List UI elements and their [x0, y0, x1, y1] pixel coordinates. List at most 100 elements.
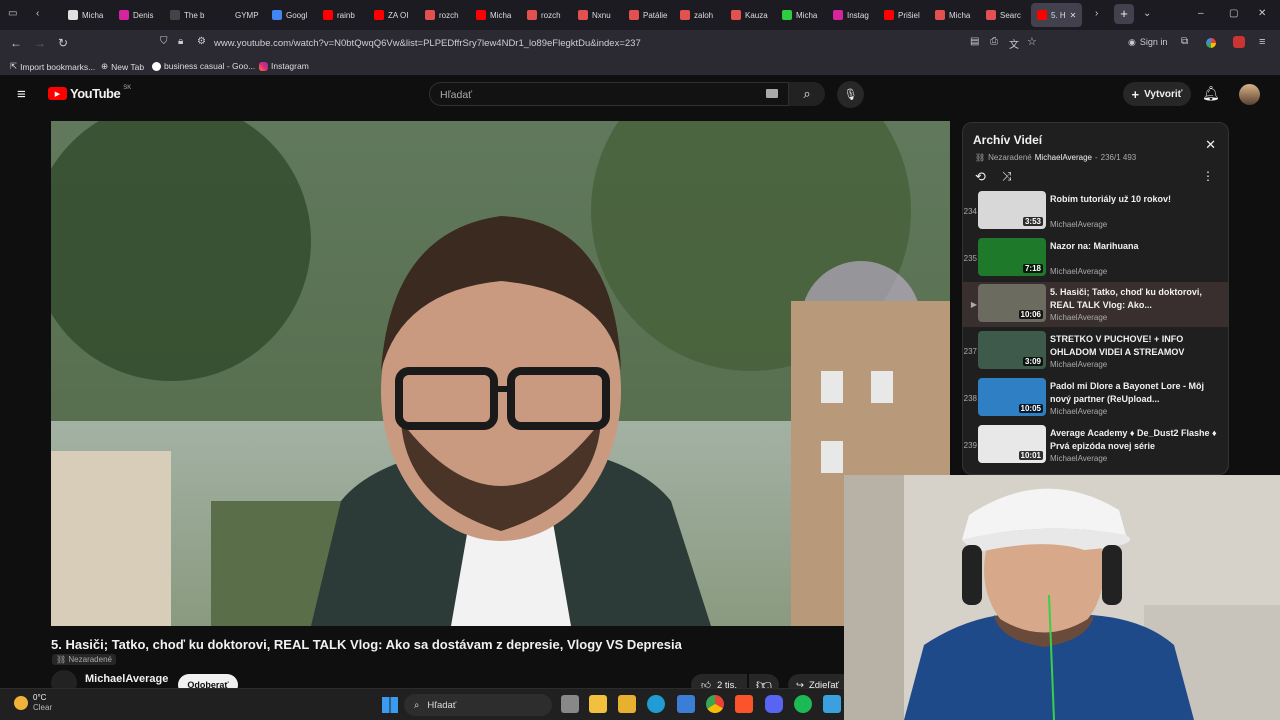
permissions-icon[interactable]: ⚙︎: [197, 36, 206, 47]
playlist-item-title[interactable]: Padol mi Dlore a Bayonet Lore - Môj nový…: [1050, 380, 1220, 406]
browser-tab[interactable]: Patálie: [623, 3, 674, 27]
bookmark-new-tab[interactable]: ⊕ New Tab: [101, 61, 144, 72]
spotify-icon[interactable]: [794, 695, 812, 713]
playlist-item-title[interactable]: Average Academy ♦ De_Dust2 Flashe ♦ Prvá…: [1050, 427, 1220, 453]
notepad-icon[interactable]: [823, 695, 841, 713]
reader-icon[interactable]: ▤: [970, 36, 979, 47]
browser-tab[interactable]: Micha: [62, 3, 113, 27]
channel-name[interactable]: MichaelAverage: [85, 673, 168, 685]
browser-tab[interactable]: Micha: [776, 3, 827, 27]
playlist-item-thumbnail[interactable]: 3:53: [978, 191, 1046, 229]
browser-tab[interactable]: Nxnu: [572, 3, 623, 27]
forward-icon[interactable]: →: [34, 36, 46, 50]
playlist-item-title[interactable]: Robím tutoriály už 10 rokov!: [1050, 193, 1220, 206]
playlist-item[interactable]: 239 10:01 Average Academy ♦ De_Dust2 Flash…: [963, 423, 1228, 468]
browser-tab[interactable]: The b: [164, 3, 215, 27]
playlist-item[interactable]: 238 10:05 Padol mi Dlore a Bayonet Lore - …: [963, 376, 1228, 421]
extension-badge-icon[interactable]: [1233, 36, 1245, 48]
playlist-title[interactable]: Archív Videí: [973, 133, 1042, 147]
playlist-item[interactable]: 235 7:18 Nazor na: Marihuana MichaelAverage: [963, 236, 1228, 281]
notifications-bell-icon[interactable]: 🔔︎: [1202, 85, 1220, 102]
brave-icon[interactable]: [735, 695, 753, 713]
shuffle-icon[interactable]: ⤨: [1002, 169, 1012, 184]
close-tab-icon[interactable]: ✕: [1070, 11, 1077, 20]
browser-tab[interactable]: Prišiel: [878, 3, 929, 27]
browser-tab[interactable]: rozch: [419, 3, 470, 27]
file-manager-icon[interactable]: [618, 695, 636, 713]
playlist-item-thumbnail[interactable]: 10:01: [978, 424, 1046, 463]
extensions-icon[interactable]: ⧉: [1181, 36, 1188, 47]
browser-tab[interactable]: rozch: [521, 3, 572, 27]
youtube-logo[interactable]: ▶ YouTube SK: [48, 85, 131, 101]
photos-icon[interactable]: [677, 695, 695, 713]
create-button[interactable]: + Vytvoriť: [1123, 82, 1191, 106]
playlist-item-thumbnail[interactable]: 3:09: [978, 331, 1046, 370]
browser-tab[interactable]: Instag: [827, 3, 878, 27]
more-options-icon[interactable]: ⋮: [1202, 169, 1214, 183]
tabs-scroll-left-icon[interactable]: ‹: [36, 8, 39, 19]
browser-tab[interactable]: Googl: [266, 3, 317, 27]
bookmark-import[interactable]: ⇱ Import bookmarks...: [10, 61, 95, 72]
video-player[interactable]: [51, 121, 950, 626]
browser-tab[interactable]: Kauza: [725, 3, 776, 27]
url-input[interactable]: www.youtube.com/watch?v=N0btQwqQ6Vw&list…: [214, 38, 641, 49]
tab-label: rainb: [337, 10, 355, 20]
playlist-item-thumbnail[interactable]: 10:06: [978, 284, 1046, 323]
playlist-item[interactable]: 237 3:09 STRETKO V PUCHOVE! + INFO OHLADOM…: [963, 329, 1228, 374]
playlist-item-thumbnail[interactable]: 10:05: [978, 377, 1046, 416]
browser-tab[interactable]: Micha: [470, 3, 521, 27]
close-window-icon[interactable]: ✕: [1258, 8, 1266, 19]
weather-widget[interactable]: 0°C Clear: [14, 693, 52, 713]
bookmark-instagram[interactable]: Instagram: [259, 61, 309, 71]
playlist-item[interactable]: 234 3:53 Robím tutoriály už 10 rokov! Micha…: [963, 189, 1228, 234]
tab-overflow-icon[interactable]: ⌄: [1143, 8, 1151, 19]
lock-icon[interactable]: 🔒︎: [178, 36, 183, 47]
back-icon[interactable]: ←: [10, 36, 22, 50]
instagram-icon: [259, 61, 268, 71]
google-icon[interactable]: [1206, 38, 1216, 48]
playlist-item-title[interactable]: Nazor na: Marihuana: [1050, 240, 1220, 253]
bookmark-business-casual[interactable]: business casual - Goo...: [152, 61, 255, 71]
file-explorer-icon[interactable]: [589, 695, 607, 713]
browser-tab[interactable]: 5. H ✕: [1031, 3, 1082, 27]
loop-icon[interactable]: ⟲: [975, 169, 986, 185]
tab-favicon-icon: [782, 10, 792, 20]
translate-icon[interactable]: 文: [1009, 36, 1019, 51]
new-tab-button[interactable]: +: [1114, 4, 1134, 24]
keyboard-icon[interactable]: [766, 89, 778, 98]
browser-tab[interactable]: Denis: [113, 3, 164, 27]
browser-tab[interactable]: Micha: [929, 3, 980, 27]
chrome-icon[interactable]: [706, 695, 724, 713]
hamburger-menu-icon[interactable]: ≡: [17, 86, 26, 103]
save-icon[interactable]: ⎙: [990, 36, 998, 47]
browser-tab[interactable]: rainb: [317, 3, 368, 27]
playlist-item-thumbnail[interactable]: 7:18: [978, 237, 1046, 276]
close-playlist-icon[interactable]: ✕: [1205, 137, 1216, 153]
task-view-icon[interactable]: [561, 695, 579, 713]
avatar[interactable]: [1239, 84, 1260, 105]
edge-icon[interactable]: [647, 695, 665, 713]
menu-icon[interactable]: ≡: [1259, 36, 1265, 48]
browser-tab[interactable]: GYMP: [215, 3, 266, 27]
bookmark-star-icon[interactable]: ☆: [1027, 35, 1037, 48]
maximize-icon[interactable]: ▢: [1229, 8, 1238, 19]
shield-icon[interactable]: ⛉: [160, 36, 168, 47]
playlist-item-title[interactable]: STRETKO V PUCHOVE! + INFO OHLADOM VIDEI …: [1050, 333, 1220, 359]
reload-icon[interactable]: ↻: [58, 36, 68, 50]
sign-in-button[interactable]: ◉ Sign in: [1128, 37, 1167, 48]
playlist-item-title[interactable]: 5. Hasiči; Tatko, choď ku doktorovi, REA…: [1050, 286, 1220, 312]
start-button-icon[interactable]: [382, 697, 398, 713]
playlist-item[interactable]: ▶ 10:06 5. Hasiči; Tatko, choď ku doktorov…: [963, 282, 1228, 328]
search-input[interactable]: Hľadať: [429, 82, 789, 106]
playlist-item-duration: 10:05: [1018, 403, 1043, 413]
browser-tab[interactable]: Searc: [980, 3, 1031, 27]
browser-tab[interactable]: zaloh: [674, 3, 725, 27]
discord-icon[interactable]: [765, 695, 783, 713]
search-button[interactable]: ⌕: [789, 82, 825, 106]
tab-list-icon[interactable]: ▭: [8, 8, 17, 19]
minimize-icon[interactable]: –: [1198, 8, 1204, 19]
taskbar-search[interactable]: ⌕ Hľadať: [404, 694, 552, 716]
tabs-scroll-right-icon[interactable]: ›: [1095, 8, 1098, 19]
voice-search-button[interactable]: 🎙︎: [837, 81, 864, 108]
browser-tab[interactable]: ZA OI: [368, 3, 419, 27]
